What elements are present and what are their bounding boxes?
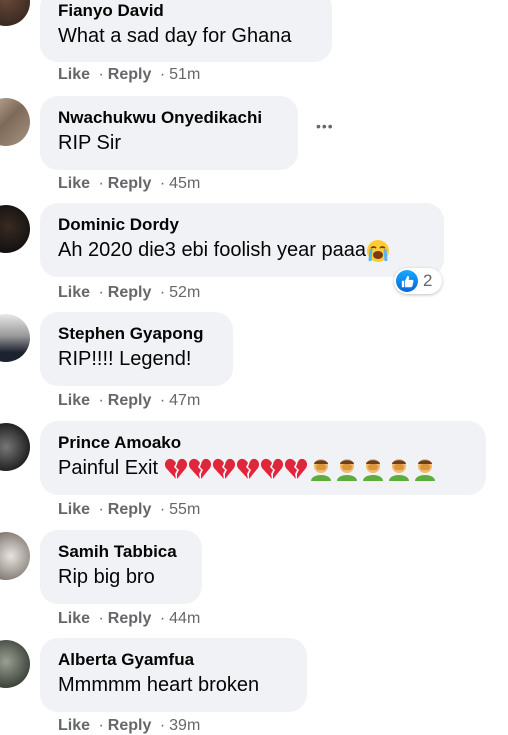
broken-heart-icon <box>188 458 211 479</box>
separator: · <box>98 501 104 518</box>
comment-bubble: Stephen Gyapong RIP!!!! Legend! <box>40 312 233 386</box>
timestamp[interactable]: 52m <box>169 284 200 301</box>
avatar[interactable] <box>0 423 30 471</box>
like-link[interactable]: Like <box>58 175 90 192</box>
comment-author[interactable]: Stephen Gyapong <box>58 324 215 344</box>
comment-text: RIP Sir <box>58 132 121 154</box>
separator: · <box>98 175 104 192</box>
reaction-badge[interactable]: 2 <box>394 268 442 294</box>
comment-actions: Like · Reply · 55m <box>58 501 200 519</box>
timestamp[interactable]: 45m <box>169 175 200 192</box>
separator: · <box>159 610 166 627</box>
broken-heart-icon <box>260 458 283 479</box>
separator: · <box>159 392 166 409</box>
separator: · <box>159 175 166 192</box>
separator: · <box>98 610 104 627</box>
separator: · <box>98 66 104 83</box>
comment-actions: Like · Reply · 52m <box>58 284 200 302</box>
comment-actions: Like · Reply · 39m <box>58 717 200 735</box>
like-link[interactable]: Like <box>58 610 90 627</box>
avatar[interactable] <box>0 640 30 688</box>
like-icon <box>396 270 418 292</box>
comment-text-content: Painful Exit <box>58 457 159 479</box>
emoji-sequence <box>164 457 438 481</box>
like-link[interactable]: Like <box>58 717 90 734</box>
comment-author[interactable]: Fianyo David <box>58 1 314 21</box>
timestamp[interactable]: 44m <box>169 610 200 627</box>
comment-bubble: Prince Amoako Painful Exit <box>40 421 486 495</box>
like-link[interactable]: Like <box>58 501 90 518</box>
reply-link[interactable]: Reply <box>108 284 152 301</box>
comment-author[interactable]: Dominic Dordy <box>58 215 426 235</box>
timestamp[interactable]: 47m <box>169 392 200 409</box>
separator: · <box>98 392 104 409</box>
comment-author[interactable]: Nwachukwu Onyedikachi <box>58 108 280 128</box>
comment-author[interactable]: Alberta Gyamfua <box>58 650 289 670</box>
comment-text: Painful Exit <box>58 455 468 481</box>
avatar[interactable] <box>0 98 30 146</box>
loudly-crying-face-icon <box>367 239 390 262</box>
more-options-icon[interactable]: ••• <box>316 118 334 134</box>
separator: · <box>159 284 166 301</box>
broken-heart-icon <box>164 458 187 479</box>
reply-link[interactable]: Reply <box>108 392 152 409</box>
comment-text: Rip big bro <box>58 566 155 588</box>
comment-author[interactable]: Samih Tabbica <box>58 542 184 562</box>
separator: · <box>159 717 166 734</box>
comment-bubble: Fianyo David What a sad day for Ghana <box>40 0 332 62</box>
comment-author[interactable]: Prince Amoako <box>58 433 468 453</box>
person-facepalming-icon <box>310 458 331 481</box>
avatar[interactable] <box>0 532 30 580</box>
avatar[interactable] <box>0 314 30 362</box>
like-link[interactable]: Like <box>58 66 90 83</box>
reply-link[interactable]: Reply <box>108 610 152 627</box>
comment-bubble: Alberta Gyamfua Mmmmm heart broken <box>40 638 307 712</box>
person-facepalming-icon <box>362 458 383 481</box>
person-facepalming-icon <box>414 458 435 481</box>
separator: · <box>159 501 166 518</box>
avatar[interactable] <box>0 205 30 253</box>
reaction-count: 2 <box>423 271 433 290</box>
comment-text: Ah 2020 die3 ebi foolish year paaa <box>58 237 426 263</box>
person-facepalming-icon <box>336 458 357 481</box>
timestamp[interactable]: 39m <box>169 717 200 734</box>
comment-bubble: Nwachukwu Onyedikachi RIP Sir <box>40 96 298 170</box>
timestamp[interactable]: 55m <box>169 501 200 518</box>
comment-text: RIP!!!! Legend! <box>58 348 192 370</box>
broken-heart-icon <box>236 458 259 479</box>
comment-actions: Like · Reply · 45m <box>58 175 200 193</box>
reply-link[interactable]: Reply <box>108 66 152 83</box>
comment-actions: Like · Reply · 51m <box>58 66 200 84</box>
avatar[interactable] <box>0 0 30 26</box>
like-link[interactable]: Like <box>58 284 90 301</box>
timestamp[interactable]: 51m <box>169 66 200 83</box>
broken-heart-icon <box>212 458 235 479</box>
comment-actions: Like · Reply · 44m <box>58 610 200 628</box>
comment-bubble: Dominic Dordy Ah 2020 die3 ebi foolish y… <box>40 203 444 277</box>
reply-link[interactable]: Reply <box>108 717 152 734</box>
person-facepalming-icon <box>388 458 409 481</box>
comment-bubble: Samih Tabbica Rip big bro <box>40 530 202 604</box>
separator: · <box>98 284 104 301</box>
separator: · <box>159 66 166 83</box>
comment-text: What a sad day for Ghana <box>58 25 292 47</box>
broken-heart-icon <box>284 458 307 479</box>
comment-text-content: Ah 2020 die3 ebi foolish year paaa <box>58 239 367 261</box>
comment-actions: Like · Reply · 47m <box>58 392 200 410</box>
reply-link[interactable]: Reply <box>108 501 152 518</box>
reply-link[interactable]: Reply <box>108 175 152 192</box>
comment-text: Mmmmm heart broken <box>58 674 260 696</box>
separator: · <box>98 717 104 734</box>
like-link[interactable]: Like <box>58 392 90 409</box>
